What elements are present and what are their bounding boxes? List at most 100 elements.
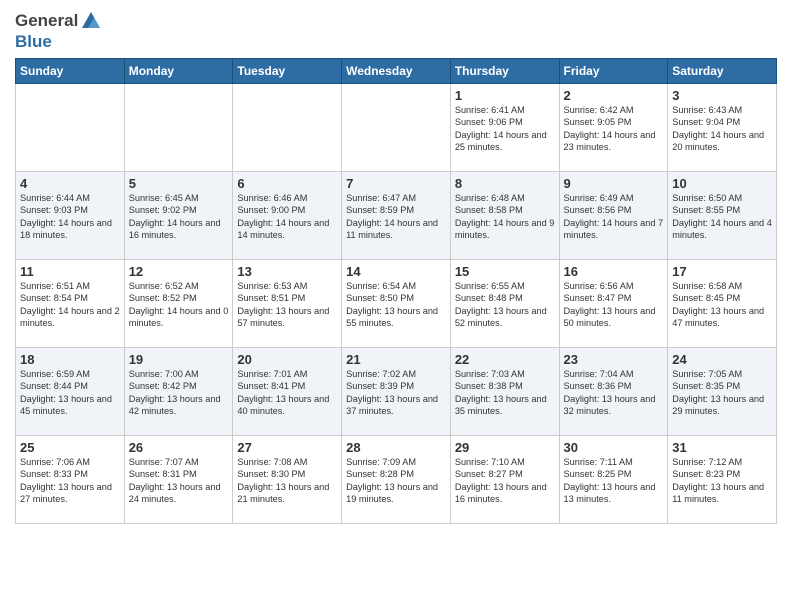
calendar-cell: 29Sunrise: 7:10 AM Sunset: 8:27 PM Dayli… (450, 436, 559, 524)
calendar-day-header: Tuesday (233, 59, 342, 84)
cell-content: Sunrise: 6:47 AM Sunset: 8:59 PM Dayligh… (346, 192, 446, 242)
calendar-cell: 25Sunrise: 7:06 AM Sunset: 8:33 PM Dayli… (16, 436, 125, 524)
cell-content: Sunrise: 7:09 AM Sunset: 8:28 PM Dayligh… (346, 456, 446, 506)
calendar-cell (233, 84, 342, 172)
cell-content: Sunrise: 6:49 AM Sunset: 8:56 PM Dayligh… (564, 192, 664, 242)
cell-content: Sunrise: 7:05 AM Sunset: 8:35 PM Dayligh… (672, 368, 772, 418)
day-number: 7 (346, 176, 446, 191)
calendar-day-header: Thursday (450, 59, 559, 84)
day-number: 5 (129, 176, 229, 191)
cell-content: Sunrise: 6:53 AM Sunset: 8:51 PM Dayligh… (237, 280, 337, 330)
calendar-cell: 27Sunrise: 7:08 AM Sunset: 8:30 PM Dayli… (233, 436, 342, 524)
cell-content: Sunrise: 6:41 AM Sunset: 9:06 PM Dayligh… (455, 104, 555, 154)
calendar-cell: 6Sunrise: 6:46 AM Sunset: 9:00 PM Daylig… (233, 172, 342, 260)
cell-content: Sunrise: 6:51 AM Sunset: 8:54 PM Dayligh… (20, 280, 120, 330)
calendar-cell: 16Sunrise: 6:56 AM Sunset: 8:47 PM Dayli… (559, 260, 668, 348)
calendar-cell: 13Sunrise: 6:53 AM Sunset: 8:51 PM Dayli… (233, 260, 342, 348)
calendar-cell (124, 84, 233, 172)
day-number: 29 (455, 440, 555, 455)
day-number: 16 (564, 264, 664, 279)
cell-content: Sunrise: 7:02 AM Sunset: 8:39 PM Dayligh… (346, 368, 446, 418)
calendar-cell: 21Sunrise: 7:02 AM Sunset: 8:39 PM Dayli… (342, 348, 451, 436)
calendar-cell: 10Sunrise: 6:50 AM Sunset: 8:55 PM Dayli… (668, 172, 777, 260)
calendar-cell: 3Sunrise: 6:43 AM Sunset: 9:04 PM Daylig… (668, 84, 777, 172)
cell-content: Sunrise: 7:00 AM Sunset: 8:42 PM Dayligh… (129, 368, 229, 418)
calendar-day-header: Monday (124, 59, 233, 84)
day-number: 9 (564, 176, 664, 191)
calendar-cell (16, 84, 125, 172)
cell-content: Sunrise: 6:48 AM Sunset: 8:58 PM Dayligh… (455, 192, 555, 242)
day-number: 17 (672, 264, 772, 279)
day-number: 24 (672, 352, 772, 367)
day-number: 21 (346, 352, 446, 367)
day-number: 27 (237, 440, 337, 455)
day-number: 19 (129, 352, 229, 367)
cell-content: Sunrise: 6:43 AM Sunset: 9:04 PM Dayligh… (672, 104, 772, 154)
cell-content: Sunrise: 7:08 AM Sunset: 8:30 PM Dayligh… (237, 456, 337, 506)
day-number: 22 (455, 352, 555, 367)
day-number: 8 (455, 176, 555, 191)
day-number: 6 (237, 176, 337, 191)
calendar-cell: 2Sunrise: 6:42 AM Sunset: 9:05 PM Daylig… (559, 84, 668, 172)
day-number: 13 (237, 264, 337, 279)
cell-content: Sunrise: 7:01 AM Sunset: 8:41 PM Dayligh… (237, 368, 337, 418)
calendar-week-row: 1Sunrise: 6:41 AM Sunset: 9:06 PM Daylig… (16, 84, 777, 172)
cell-content: Sunrise: 7:07 AM Sunset: 8:31 PM Dayligh… (129, 456, 229, 506)
page-container: General Blue SundayMondayTuesdayWednesda… (0, 0, 792, 532)
calendar-week-row: 18Sunrise: 6:59 AM Sunset: 8:44 PM Dayli… (16, 348, 777, 436)
calendar-cell: 28Sunrise: 7:09 AM Sunset: 8:28 PM Dayli… (342, 436, 451, 524)
logo-general-text: General (15, 11, 78, 31)
calendar-day-header: Friday (559, 59, 668, 84)
cell-content: Sunrise: 6:44 AM Sunset: 9:03 PM Dayligh… (20, 192, 120, 242)
calendar-table: SundayMondayTuesdayWednesdayThursdayFrid… (15, 58, 777, 524)
calendar-cell: 26Sunrise: 7:07 AM Sunset: 8:31 PM Dayli… (124, 436, 233, 524)
calendar-cell: 12Sunrise: 6:52 AM Sunset: 8:52 PM Dayli… (124, 260, 233, 348)
cell-content: Sunrise: 7:04 AM Sunset: 8:36 PM Dayligh… (564, 368, 664, 418)
day-number: 26 (129, 440, 229, 455)
calendar-cell: 9Sunrise: 6:49 AM Sunset: 8:56 PM Daylig… (559, 172, 668, 260)
day-number: 31 (672, 440, 772, 455)
day-number: 28 (346, 440, 446, 455)
cell-content: Sunrise: 6:42 AM Sunset: 9:05 PM Dayligh… (564, 104, 664, 154)
calendar-header-row: SundayMondayTuesdayWednesdayThursdayFrid… (16, 59, 777, 84)
calendar-cell: 20Sunrise: 7:01 AM Sunset: 8:41 PM Dayli… (233, 348, 342, 436)
calendar-cell: 23Sunrise: 7:04 AM Sunset: 8:36 PM Dayli… (559, 348, 668, 436)
day-number: 2 (564, 88, 664, 103)
cell-content: Sunrise: 7:11 AM Sunset: 8:25 PM Dayligh… (564, 456, 664, 506)
cell-content: Sunrise: 7:06 AM Sunset: 8:33 PM Dayligh… (20, 456, 120, 506)
day-number: 25 (20, 440, 120, 455)
cell-content: Sunrise: 6:50 AM Sunset: 8:55 PM Dayligh… (672, 192, 772, 242)
cell-content: Sunrise: 7:03 AM Sunset: 8:38 PM Dayligh… (455, 368, 555, 418)
day-number: 4 (20, 176, 120, 191)
calendar-day-header: Saturday (668, 59, 777, 84)
calendar-cell: 8Sunrise: 6:48 AM Sunset: 8:58 PM Daylig… (450, 172, 559, 260)
calendar-cell: 1Sunrise: 6:41 AM Sunset: 9:06 PM Daylig… (450, 84, 559, 172)
calendar-day-header: Wednesday (342, 59, 451, 84)
calendar-week-row: 25Sunrise: 7:06 AM Sunset: 8:33 PM Dayli… (16, 436, 777, 524)
calendar-cell: 11Sunrise: 6:51 AM Sunset: 8:54 PM Dayli… (16, 260, 125, 348)
logo: General Blue (15, 10, 102, 52)
calendar-cell: 31Sunrise: 7:12 AM Sunset: 8:23 PM Dayli… (668, 436, 777, 524)
calendar-cell: 19Sunrise: 7:00 AM Sunset: 8:42 PM Dayli… (124, 348, 233, 436)
day-number: 30 (564, 440, 664, 455)
cell-content: Sunrise: 6:56 AM Sunset: 8:47 PM Dayligh… (564, 280, 664, 330)
day-number: 15 (455, 264, 555, 279)
day-number: 3 (672, 88, 772, 103)
calendar-cell: 4Sunrise: 6:44 AM Sunset: 9:03 PM Daylig… (16, 172, 125, 260)
day-number: 23 (564, 352, 664, 367)
calendar-cell: 7Sunrise: 6:47 AM Sunset: 8:59 PM Daylig… (342, 172, 451, 260)
calendar-cell (342, 84, 451, 172)
day-number: 1 (455, 88, 555, 103)
calendar-cell: 17Sunrise: 6:58 AM Sunset: 8:45 PM Dayli… (668, 260, 777, 348)
header: General Blue (15, 10, 777, 52)
cell-content: Sunrise: 7:12 AM Sunset: 8:23 PM Dayligh… (672, 456, 772, 506)
calendar-cell: 22Sunrise: 7:03 AM Sunset: 8:38 PM Dayli… (450, 348, 559, 436)
day-number: 11 (20, 264, 120, 279)
calendar-week-row: 4Sunrise: 6:44 AM Sunset: 9:03 PM Daylig… (16, 172, 777, 260)
cell-content: Sunrise: 6:54 AM Sunset: 8:50 PM Dayligh… (346, 280, 446, 330)
day-number: 18 (20, 352, 120, 367)
day-number: 20 (237, 352, 337, 367)
day-number: 12 (129, 264, 229, 279)
logo-blue-text: Blue (15, 32, 52, 51)
logo-icon (80, 10, 102, 32)
